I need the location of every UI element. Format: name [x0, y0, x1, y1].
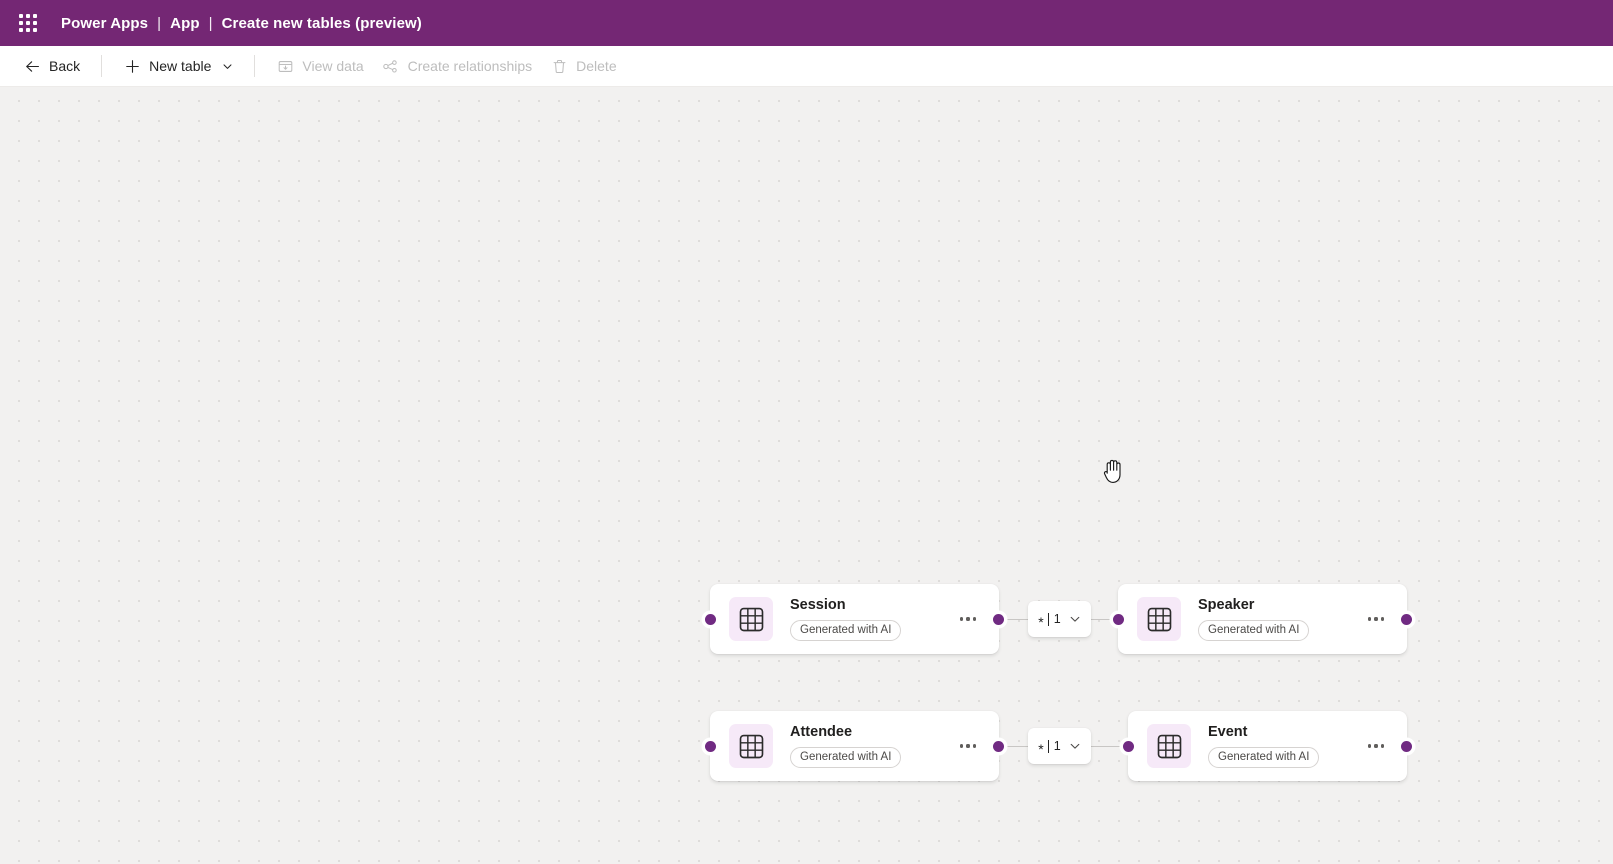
- relationship-divider: [1047, 612, 1049, 626]
- table-card-event[interactable]: Event Generated with AI: [1128, 711, 1407, 781]
- connector-port-session-left[interactable]: [705, 613, 716, 625]
- breadcrumb-product[interactable]: Power Apps: [61, 15, 148, 32]
- table-grid-icon: [729, 597, 773, 641]
- connector-port-event-right[interactable]: [1401, 740, 1412, 752]
- arrow-left-icon: [23, 57, 41, 75]
- table-grid-icon: [1147, 724, 1191, 768]
- generated-with-ai-badge: Generated with AI: [790, 620, 902, 641]
- chevron-down-icon[interactable]: [1069, 613, 1081, 625]
- back-button[interactable]: Back: [14, 50, 89, 82]
- new-table-button[interactable]: New table: [114, 50, 242, 82]
- table-card-title: Attendee: [790, 724, 853, 740]
- generated-with-ai-badge: Generated with AI: [1198, 620, 1310, 641]
- relationship-many-symbol: *: [1038, 614, 1044, 630]
- create-relationships-label: Create relationships: [407, 58, 533, 74]
- table-card-body: Speaker Generated with AI: [1198, 597, 1355, 641]
- app-launcher-waffle-icon[interactable]: [8, 3, 48, 43]
- connector-port-session-right[interactable]: [993, 613, 1004, 625]
- view-data-label: View data: [302, 58, 364, 74]
- table-card-body: Session Generated with AI: [790, 597, 947, 641]
- trash-icon: [550, 57, 568, 75]
- connector-port-speaker-right[interactable]: [1401, 613, 1412, 625]
- table-grid-icon: [729, 724, 773, 768]
- table-card-title: Speaker: [1198, 597, 1255, 613]
- generated-with-ai-badge: Generated with AI: [790, 747, 902, 768]
- table-card-title: Event: [1208, 724, 1248, 740]
- app-header: Power Apps | App | Create new tables (pr…: [0, 0, 1613, 46]
- table-card-title: Session: [790, 597, 846, 613]
- connector-port-attendee-left[interactable]: [705, 740, 716, 752]
- command-separator-1: [101, 55, 103, 77]
- table-card-more-options-icon[interactable]: [1363, 606, 1389, 632]
- connector-port-event-left[interactable]: [1123, 740, 1134, 752]
- grab-hand-cursor: [1101, 456, 1127, 491]
- relationship-divider: [1047, 739, 1049, 753]
- command-bar: Back New table View data Create relation…: [0, 46, 1613, 87]
- table-card-more-options-icon[interactable]: [955, 606, 981, 632]
- breadcrumb: Power Apps | App | Create new tables (pr…: [61, 15, 422, 32]
- back-label: Back: [49, 58, 81, 74]
- relationship-cardinality-session-speaker[interactable]: * 1: [1028, 601, 1091, 637]
- generated-with-ai-badge: Generated with AI: [1208, 747, 1320, 768]
- table-card-attendee[interactable]: Attendee Generated with AI: [710, 711, 999, 781]
- create-relationships-button[interactable]: Create relationships: [373, 50, 542, 82]
- breadcrumb-separator-2: |: [208, 14, 213, 32]
- view-data-icon: [276, 57, 294, 75]
- relationship-one-symbol: 1: [1053, 612, 1061, 626]
- command-separator-2: [254, 55, 256, 77]
- table-card-more-options-icon[interactable]: [955, 733, 981, 759]
- relationship-many-symbol: *: [1038, 741, 1044, 757]
- plus-icon: [123, 57, 141, 75]
- relationship-one-symbol: 1: [1053, 739, 1061, 753]
- connector-port-attendee-right[interactable]: [993, 740, 1004, 752]
- table-card-body: Attendee Generated with AI: [790, 724, 947, 768]
- chevron-down-icon[interactable]: [221, 60, 233, 72]
- breadcrumb-separator-1: |: [157, 14, 162, 32]
- new-table-label: New table: [149, 58, 212, 74]
- delete-label: Delete: [576, 58, 617, 74]
- table-card-speaker[interactable]: Speaker Generated with AI: [1118, 584, 1407, 654]
- relationship-cardinality-attendee-event[interactable]: * 1: [1028, 728, 1091, 764]
- table-grid-icon: [1137, 597, 1181, 641]
- table-card-more-options-icon[interactable]: [1363, 733, 1389, 759]
- relationships-icon: [382, 57, 400, 75]
- breadcrumb-section[interactable]: App: [170, 15, 199, 32]
- breadcrumb-page-title: Create new tables (preview): [221, 14, 422, 32]
- chevron-down-icon[interactable]: [1069, 740, 1081, 752]
- table-card-session[interactable]: Session Generated with AI: [710, 584, 999, 654]
- delete-button[interactable]: Delete: [541, 50, 625, 82]
- connector-port-speaker-left[interactable]: [1113, 613, 1124, 625]
- table-designer-canvas[interactable]: Session Generated with AI * 1 Speaker Ge…: [0, 88, 1613, 864]
- table-card-body: Event Generated with AI: [1208, 724, 1355, 768]
- view-data-button[interactable]: View data: [267, 50, 372, 82]
